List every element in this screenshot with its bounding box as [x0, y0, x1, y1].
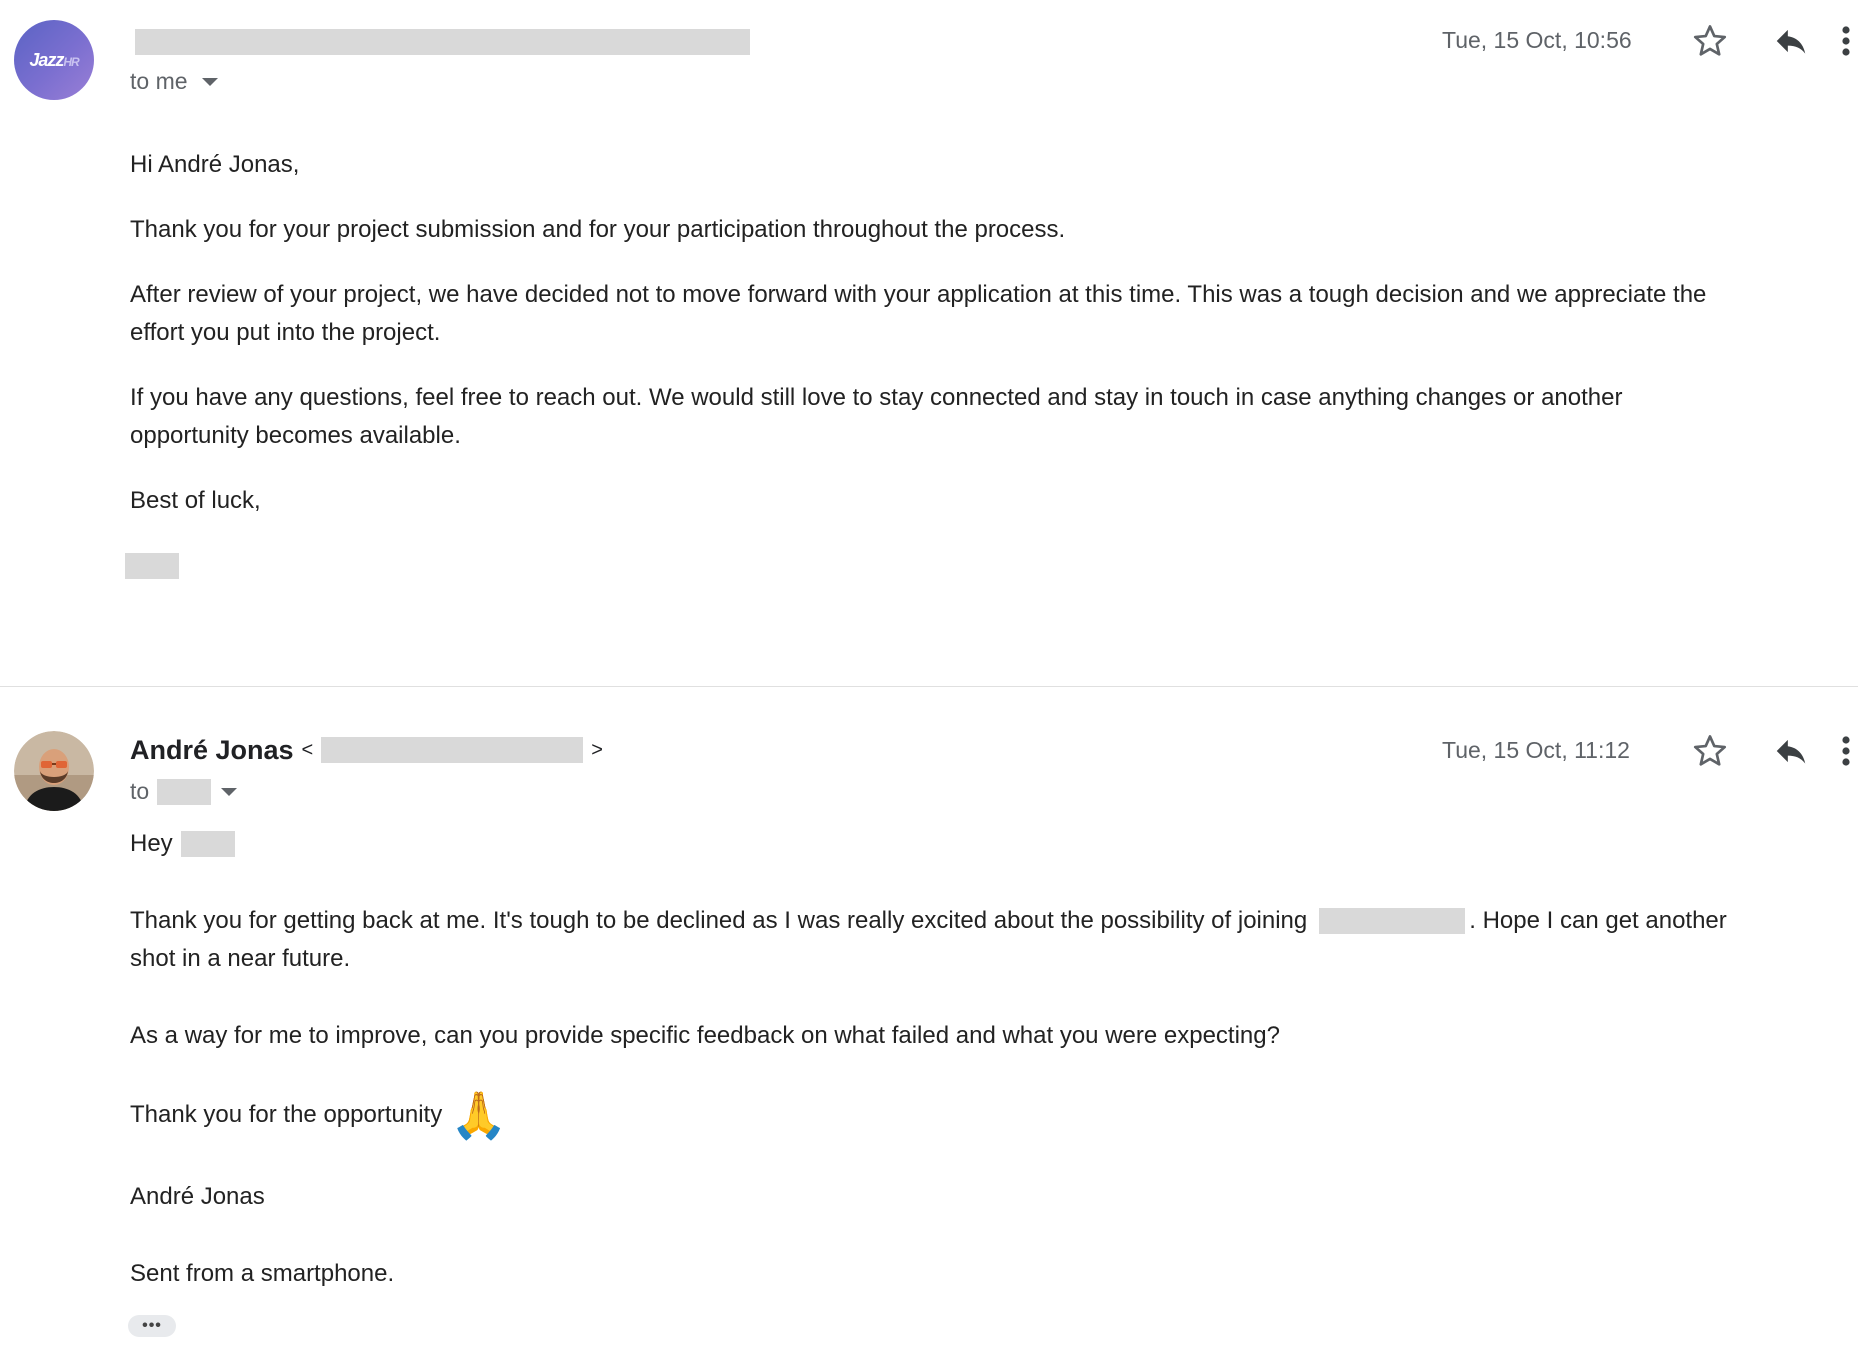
- greeting: Hi André Jonas,: [130, 151, 300, 178]
- star-icon: [1693, 25, 1727, 56]
- redacted-recipient: [157, 778, 212, 805]
- sender-name[interactable]: André Jonas: [130, 735, 294, 766]
- message-date: Tue, 15 Oct, 10:56: [1442, 27, 1632, 53]
- paragraph-3-line-1: If you have any questions, feel free to …: [130, 384, 1623, 411]
- recipient-details-toggle[interactable]: to: [130, 778, 238, 805]
- star-button[interactable]: [1685, 726, 1735, 776]
- reply-icon: [1776, 29, 1806, 54]
- paragraph-3-line-2: opportunity becomes available.: [130, 422, 461, 449]
- folded-hands-emoji: 🙏: [450, 1089, 508, 1141]
- email-bracket-close: >: [591, 738, 603, 761]
- paragraph-1: Thank you for your project submission an…: [130, 216, 1066, 243]
- recipient-label: to: [130, 778, 150, 804]
- dropdown-arrow-icon: [201, 77, 218, 86]
- paragraph-1-line-1: Thank you for getting back at me. It's t…: [130, 907, 1727, 934]
- profile-photo: [14, 731, 94, 811]
- greeting: Hey: [130, 830, 173, 857]
- email-bracket-open: <: [301, 738, 314, 761]
- sender-line: André Jonas < >: [130, 732, 603, 768]
- paragraph-2-line-1: After review of your project, we have de…: [130, 281, 1707, 308]
- paragraph-3: Thank you for the opportunity 🙏: [130, 1089, 508, 1141]
- redacted-sender-name: [135, 29, 750, 55]
- paragraph-1-line-2: shot in a near future.: [130, 945, 351, 972]
- star-icon: [1693, 735, 1727, 766]
- recipient-details-toggle[interactable]: to me: [130, 68, 219, 95]
- more-vert-icon[interactable]: [1840, 731, 1852, 771]
- message-divider: [0, 686, 1858, 687]
- paragraph-2: As a way for me to improve, can you prov…: [130, 1022, 1280, 1049]
- redacted-sender-email: [321, 737, 584, 763]
- sender-avatar[interactable]: [14, 731, 94, 811]
- message-date: Tue, 15 Oct, 11:12: [1442, 737, 1630, 763]
- signature: André Jonas: [130, 1183, 265, 1210]
- more-vert-icon[interactable]: [1840, 21, 1852, 61]
- jazzhr-logo: JazzHR: [29, 49, 79, 70]
- redacted-signature: [125, 553, 179, 579]
- closing: Best of luck,: [130, 487, 261, 514]
- star-button[interactable]: [1685, 16, 1735, 66]
- greeting-line: Hey: [130, 825, 235, 863]
- dropdown-arrow-icon: [221, 787, 238, 796]
- reply-button[interactable]: [1766, 726, 1816, 776]
- recipient-label: to me: [130, 68, 188, 94]
- reply-button[interactable]: [1766, 16, 1816, 66]
- sender-avatar[interactable]: JazzHR: [14, 20, 94, 100]
- show-trimmed-content-button[interactable]: •••: [128, 1315, 176, 1337]
- footer: Sent from a smartphone.: [130, 1260, 395, 1287]
- redacted-company: [1319, 908, 1466, 934]
- paragraph-2-line-2: effort you put into the project.: [130, 319, 441, 346]
- redacted-recipient-name: [180, 831, 235, 857]
- reply-icon: [1776, 739, 1806, 764]
